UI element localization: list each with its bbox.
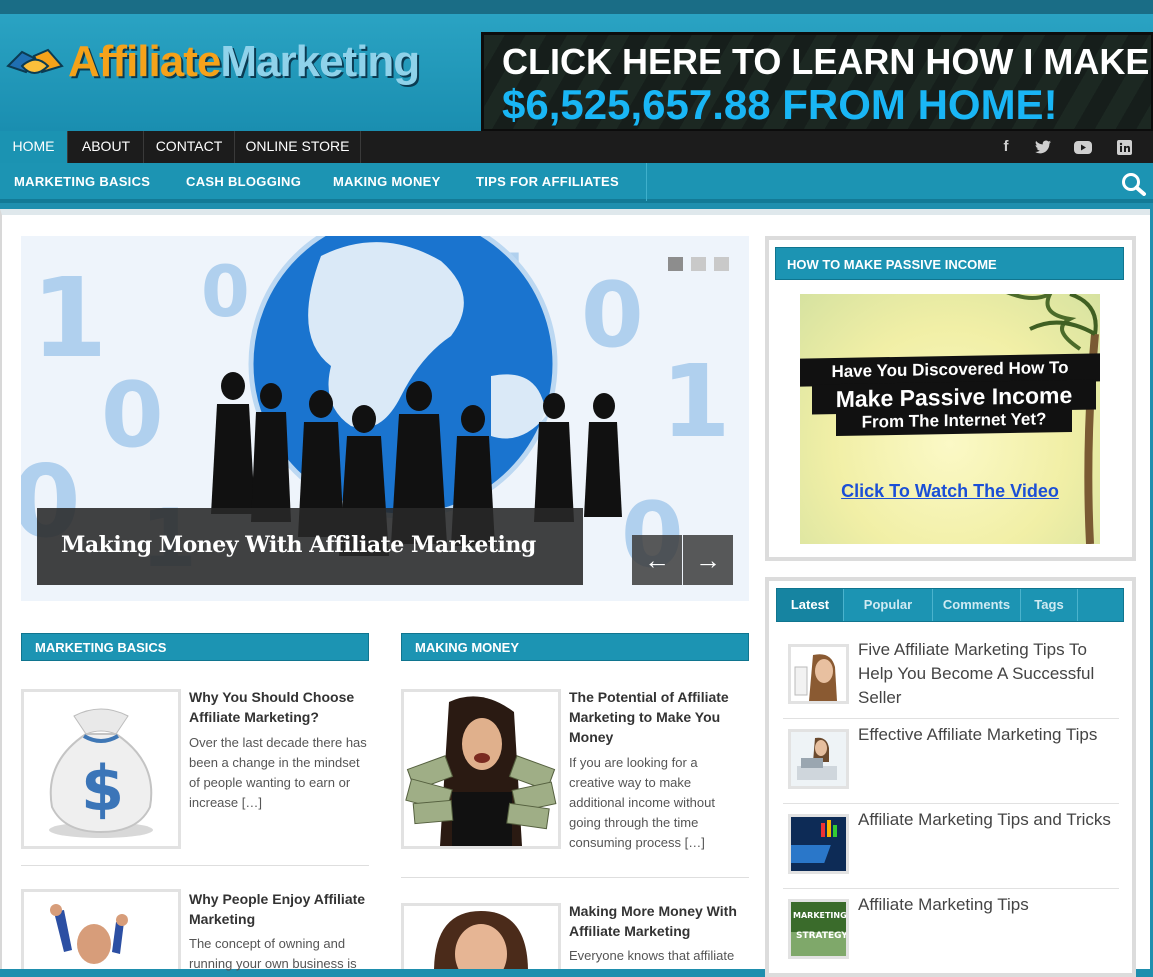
facebook-icon[interactable]: f	[995, 131, 1017, 163]
cat-tips-for-affiliates[interactable]: TIPS FOR AFFILIATES	[476, 163, 619, 201]
passive-income-ad[interactable]: Have You Discovered How To Make Passive …	[800, 294, 1100, 544]
latest-thumb-3[interactable]	[788, 814, 849, 874]
site-header: AffiliateMarketing CLICK HERE TO LEARN H…	[0, 0, 1153, 132]
widget-title: HOW TO MAKE PASSIVE INCOME	[775, 247, 1124, 280]
svg-text:1: 1	[661, 343, 731, 460]
svg-text:1: 1	[31, 254, 108, 382]
post-title[interactable]: Why You Should Choose Affiliate Marketin…	[189, 687, 374, 727]
svg-text:MARKETING: MARKETING	[793, 911, 846, 920]
top-nav: HOME ABOUT CONTACT ONLINE STORE f	[0, 131, 1153, 163]
nav-online-store[interactable]: ONLINE STORE	[235, 131, 361, 163]
cat-marketing-basics[interactable]: MARKETING BASICS	[14, 163, 150, 201]
category-nav: MARKETING BASICS CASH BLOGGING MAKING MO…	[0, 163, 1153, 203]
latest-thumb-4[interactable]: MARKETING STRATEGY	[788, 899, 849, 959]
header-banner-ad[interactable]: CLICK HERE TO LEARN HOW I MAKE $6,525,65…	[481, 32, 1153, 132]
youtube-icon[interactable]	[1072, 131, 1094, 163]
latest-thumb-2[interactable]	[788, 729, 849, 789]
tab-tags[interactable]: Tags	[1021, 589, 1078, 621]
svg-text:0: 0	[201, 251, 250, 333]
post-divider	[401, 877, 749, 878]
latest-post-title[interactable]: Effective Affiliate Marketing Tips	[858, 723, 1113, 747]
nav-about[interactable]: ABOUT	[69, 131, 144, 163]
search-icon[interactable]	[1121, 172, 1147, 196]
svg-text:$: $	[81, 752, 124, 825]
post-title[interactable]: Making More Money With Affiliate Marketi…	[569, 901, 749, 941]
cat-making-money[interactable]: MAKING MONEY	[333, 163, 441, 201]
cat-cash-blogging[interactable]: CASH BLOGGING	[186, 163, 301, 201]
banner-line-1: CLICK HERE TO LEARN HOW I MAKE	[502, 41, 1150, 82]
cat-divider	[646, 163, 647, 201]
post-tabs: Latest Popular Comments Tags	[776, 588, 1124, 622]
linkedin-icon[interactable]	[1113, 131, 1135, 163]
ad-line-3: From The Internet Yet?	[836, 405, 1072, 437]
nav-contact[interactable]: CONTACT	[144, 131, 235, 163]
watch-video-link[interactable]: Click To Watch The Video	[800, 481, 1100, 502]
nav-home[interactable]: HOME	[0, 131, 68, 163]
post-title[interactable]: Why People Enjoy Affiliate Marketing	[189, 889, 374, 929]
post-thumb-man-cheering[interactable]	[21, 889, 181, 969]
post-title[interactable]: The Potential of Affiliate Marketing to …	[569, 687, 749, 747]
post-excerpt: The concept of owning and running your o…	[189, 936, 357, 971]
latest-post-title[interactable]: Five Affiliate Marketing Tips To Help Yo…	[858, 638, 1113, 710]
slider-prev-arrow-icon[interactable]: ←	[632, 535, 682, 585]
svg-text:0: 0	[581, 263, 644, 368]
slider-dot-1[interactable]	[668, 257, 683, 271]
post-thumb-woman-smiling[interactable]	[401, 903, 561, 969]
tab-popular[interactable]: Popular	[844, 589, 933, 621]
section-marketing-basics[interactable]: MARKETING BASICS	[21, 633, 369, 661]
logo-text: AffiliateMarketing	[68, 37, 420, 86]
twitter-icon[interactable]	[1032, 131, 1054, 163]
post-thumb-money-bag[interactable]: $	[21, 689, 181, 849]
svg-text:STRATEGY: STRATEGY	[796, 931, 846, 941]
post-excerpt: Over the last decade there has been a ch…	[189, 735, 367, 810]
latest-post-title[interactable]: Affiliate Marketing Tips and Tricks	[858, 808, 1113, 832]
post-divider	[21, 865, 369, 866]
section-making-money[interactable]: MAKING MONEY	[401, 633, 749, 661]
latest-divider	[783, 803, 1119, 804]
post-excerpt: Everyone knows that affiliate	[569, 948, 735, 963]
handshake-icon	[4, 36, 66, 88]
post-thumb-woman-cash[interactable]	[401, 689, 561, 849]
latest-thumb-1[interactable]	[788, 644, 849, 704]
slider-caption-text: Making Money With Affiliate Marketing	[61, 532, 536, 558]
tab-latest[interactable]: Latest	[777, 589, 844, 621]
banner-line-2: $6,525,657.88 FROM HOME!	[502, 81, 1058, 128]
slider-dot-2[interactable]	[691, 257, 706, 271]
svg-text:0: 0	[101, 363, 164, 468]
slider-next-arrow-icon[interactable]: →	[683, 535, 733, 585]
slider-dot-3[interactable]	[714, 257, 729, 271]
slider-caption[interactable]: Making Money With Affiliate Marketing	[37, 508, 583, 585]
latest-divider	[783, 888, 1119, 889]
latest-post-title[interactable]: Affiliate Marketing Tips	[858, 893, 1113, 917]
site-logo[interactable]: AffiliateMarketing	[4, 36, 420, 88]
post-excerpt: If you are looking for a creative way to…	[569, 755, 715, 850]
tab-comments[interactable]: Comments	[933, 589, 1021, 621]
latest-divider	[783, 718, 1119, 719]
